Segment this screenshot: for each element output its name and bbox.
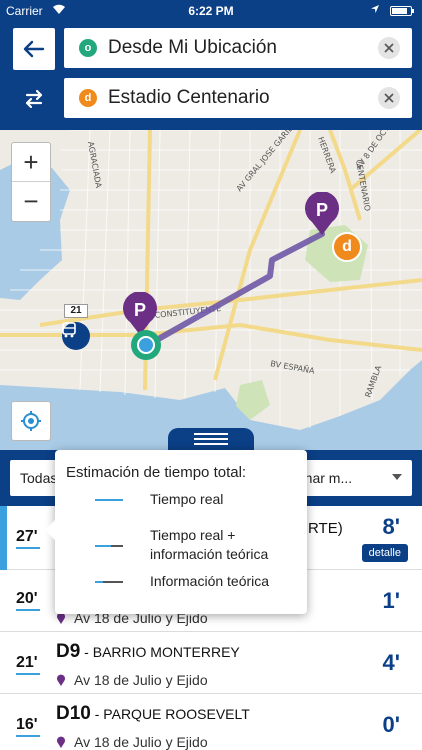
list-item[interactable]: 16' D10 - PARQUE ROOSEVELT Av 18 de Juli… [0,694,422,750]
battery-icon [390,6,414,16]
detail-button[interactable]: detalle [361,544,408,562]
zoom-out-button[interactable]: − [12,182,50,221]
eta-value: 27' [16,528,38,545]
arrival-count: 8' [382,514,400,539]
eta-underline [16,673,40,675]
zoom-control: + − [11,142,51,222]
handle-line [194,438,228,440]
line-code: D9 [56,641,81,662]
arrow-left-icon [23,40,45,58]
line-title-partial: RTE) [308,520,343,537]
legend-item-realtime: Tiempo real [95,491,223,507]
legend-item-theoretical: Información teórica [95,573,269,589]
legend-label: Tiempo real [150,491,224,507]
close-icon [384,93,394,103]
list-item[interactable]: 21' D9 - BARRIO MONTERREY Av 18 de Julio… [0,632,422,694]
eta-value: 16' [16,716,38,733]
destination-marker-label: d [342,238,352,255]
eta-value: 21' [16,654,38,671]
map-pin-icon [57,736,65,748]
zoom-in-button[interactable]: + [12,143,50,182]
stop-name: Av 18 de Julio y Ejido [74,734,208,750]
parking-marker-destination[interactable]: P [304,192,340,236]
origin-badge: o [79,39,97,57]
eta-underline [16,735,40,737]
eta-minutes: 20' [16,590,40,611]
crosshair-icon [21,411,41,431]
eta-underline [16,547,40,549]
route-header: o Desde Mi Ubicación d Estadio Centenari… [0,22,422,130]
legend-swatch [95,545,123,547]
origin-field[interactable]: o Desde Mi Ubicación [64,28,412,68]
my-location-button[interactable] [11,401,51,441]
line-title: D9 - BARRIO MONTERREY [56,641,240,663]
back-button[interactable] [13,28,55,70]
legend-swatch [95,581,123,583]
origin-text[interactable]: Desde Mi Ubicación [108,37,378,59]
arrival-count: 0' [382,712,400,737]
map-pin-icon [57,674,65,686]
eta-minutes: 21' [16,654,40,675]
legend-item-mixed: Tiempo real + información teórica [95,527,268,562]
street-label-espana: BV ESPAÑA [270,358,316,376]
current-location-icon [137,336,155,354]
clear-origin-button[interactable] [378,37,400,59]
stop-info: Av 18 de Julio y Ejido [56,672,208,688]
destination-field[interactable]: d Estadio Centenario [64,78,412,118]
eta-minutes: 27' [16,528,40,549]
origin-marker[interactable] [131,330,161,360]
bus-stop-number: 21 [64,304,88,318]
bus-stop-marker[interactable]: 21 [60,304,92,350]
line-destination: - BARRIO MONTERREY [80,644,240,660]
line-code: D10 [56,703,91,724]
eta-minutes: 16' [16,716,40,737]
bus-icon [62,322,90,350]
drawer-handle[interactable] [168,428,254,450]
eta-underline [16,609,40,611]
clock: 6:22 PM [188,4,234,18]
destination-text[interactable]: Estadio Centenario [108,87,378,109]
arrival-count: 1' [382,588,400,613]
swap-arrows-icon [25,89,43,109]
line-destination: - PARQUE ROOSEVELT [90,706,250,722]
stop-info: Av 18 de Julio y Ejido [56,734,208,750]
status-bar: Carrier 6:22 PM [0,0,422,22]
line-filter-value: Todas [20,470,58,486]
map-view[interactable]: AV GRAL JOSE GARIBALDI AGRACIADA HERRERA… [0,130,422,450]
arrival-count: 4' [382,650,400,675]
street-label-rambla: RAMBLA [363,364,383,399]
legend-label: Información teórica [150,573,270,589]
legend-title: Estimación de tiempo total: [66,464,247,481]
line-title: D10 - PARQUE ROOSEVELT [56,703,250,725]
swap-button[interactable] [13,78,55,120]
time-estimate-legend-popover: Estimación de tiempo total: Tiempo real … [45,450,307,614]
clear-destination-button[interactable] [378,87,400,109]
parking-label: P [133,300,146,320]
handle-line [194,443,228,445]
map-canvas: AV GRAL JOSE GARIBALDI AGRACIADA HERRERA… [0,130,422,450]
close-icon [384,43,394,53]
location-arrow-icon [371,5,379,13]
handle-line [194,433,228,435]
legend-swatch [95,499,123,501]
parking-marker-origin[interactable]: P [122,292,158,336]
chevron-down-icon [392,474,402,480]
stop-name: Av 18 de Julio y Ejido [74,672,208,688]
destination-badge: d [79,89,97,107]
legend-label-line2: información teórica [150,546,269,562]
destination-marker[interactable]: d [332,232,362,262]
eta-value: 20' [16,590,38,607]
legend-label-line1: Tiempo real + [150,527,236,543]
parking-label: P [315,200,328,220]
